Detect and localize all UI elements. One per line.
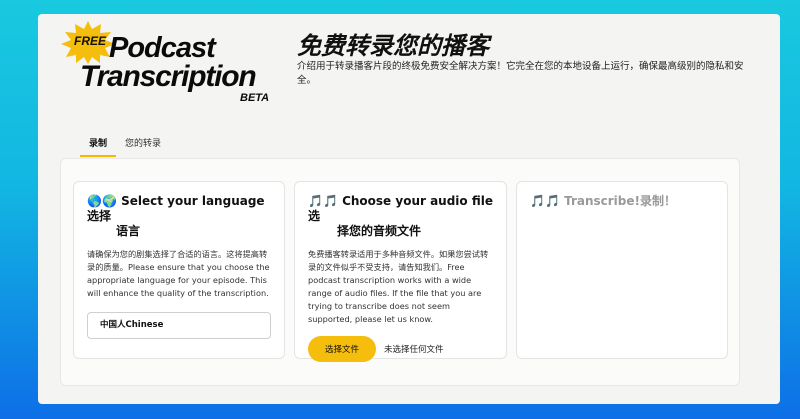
logo-title-podcast: Podcast — [109, 32, 216, 64]
page-title: 免费转录您的播客 — [297, 32, 489, 60]
page-description: 介绍用于转录播客片段的终极免费安全解决方案！它完全在您的本地设备上运行，确保最高… — [297, 61, 744, 86]
beta-label: BETA — [240, 92, 270, 104]
tab-your-transcriptions[interactable]: 您的转录 — [116, 138, 170, 157]
app-logo: FREE Podcast Transcription BETA — [60, 20, 269, 110]
file-picker: 选择文件 未选择任何文件 — [308, 336, 493, 362]
music-note-icon: 🎵🎵 — [308, 194, 338, 208]
tab-record[interactable]: 录制 — [80, 138, 117, 157]
language-card: 🌎🌍 Select your language选择 语言 请确保为您的剧集选择了… — [73, 181, 285, 359]
choose-file-button[interactable]: 选择文件 — [308, 336, 376, 362]
logo-title-transcription: Transcription — [80, 60, 257, 93]
app-page: FREE Podcast Transcription BETA 免费转录您的播客… — [38, 14, 780, 404]
audio-card-body: 免费播客转录适用于多种音频文件。如果您尝试转录的文件似乎不受支持，请告知我们。F… — [308, 249, 489, 324]
transcribe-card[interactable]: 🎵🎵 Transcribe!录制！ — [516, 181, 728, 359]
language-card-body: 请确保为您的剧集选择了合适的语言。这将提高转录的质量。Please ensure… — [87, 249, 270, 298]
audio-card-title: 🎵🎵 Choose your audio file选 择您的音频文件 — [308, 194, 493, 239]
language-select[interactable]: 中国人Chinese — [87, 312, 271, 339]
transcribe-card-title: 🎵🎵 Transcribe!录制！ — [530, 194, 714, 209]
file-status-text: 未选择任何文件 — [384, 345, 444, 355]
audio-card: 🎵🎵 Choose your audio file选 择您的音频文件 免费播客转… — [294, 181, 507, 362]
tab-bar: 录制 您的转录 — [80, 138, 170, 158]
language-card-title: 🌎🌍 Select your language选择 语言 — [87, 194, 271, 239]
language-title-line2: 语言 — [116, 224, 141, 238]
transcribe-title: Transcribe!录制！ — [564, 194, 676, 208]
free-badge-text: FREE — [73, 34, 106, 48]
main-panel: 🌎🌍 Select your language选择 语言 请确保为您的剧集选择了… — [60, 158, 740, 386]
music-note-icon: 🎵🎵 — [530, 194, 560, 208]
globe-icon: 🌎🌍 — [87, 194, 117, 208]
audio-title-line2: 择您的音频文件 — [337, 224, 422, 238]
